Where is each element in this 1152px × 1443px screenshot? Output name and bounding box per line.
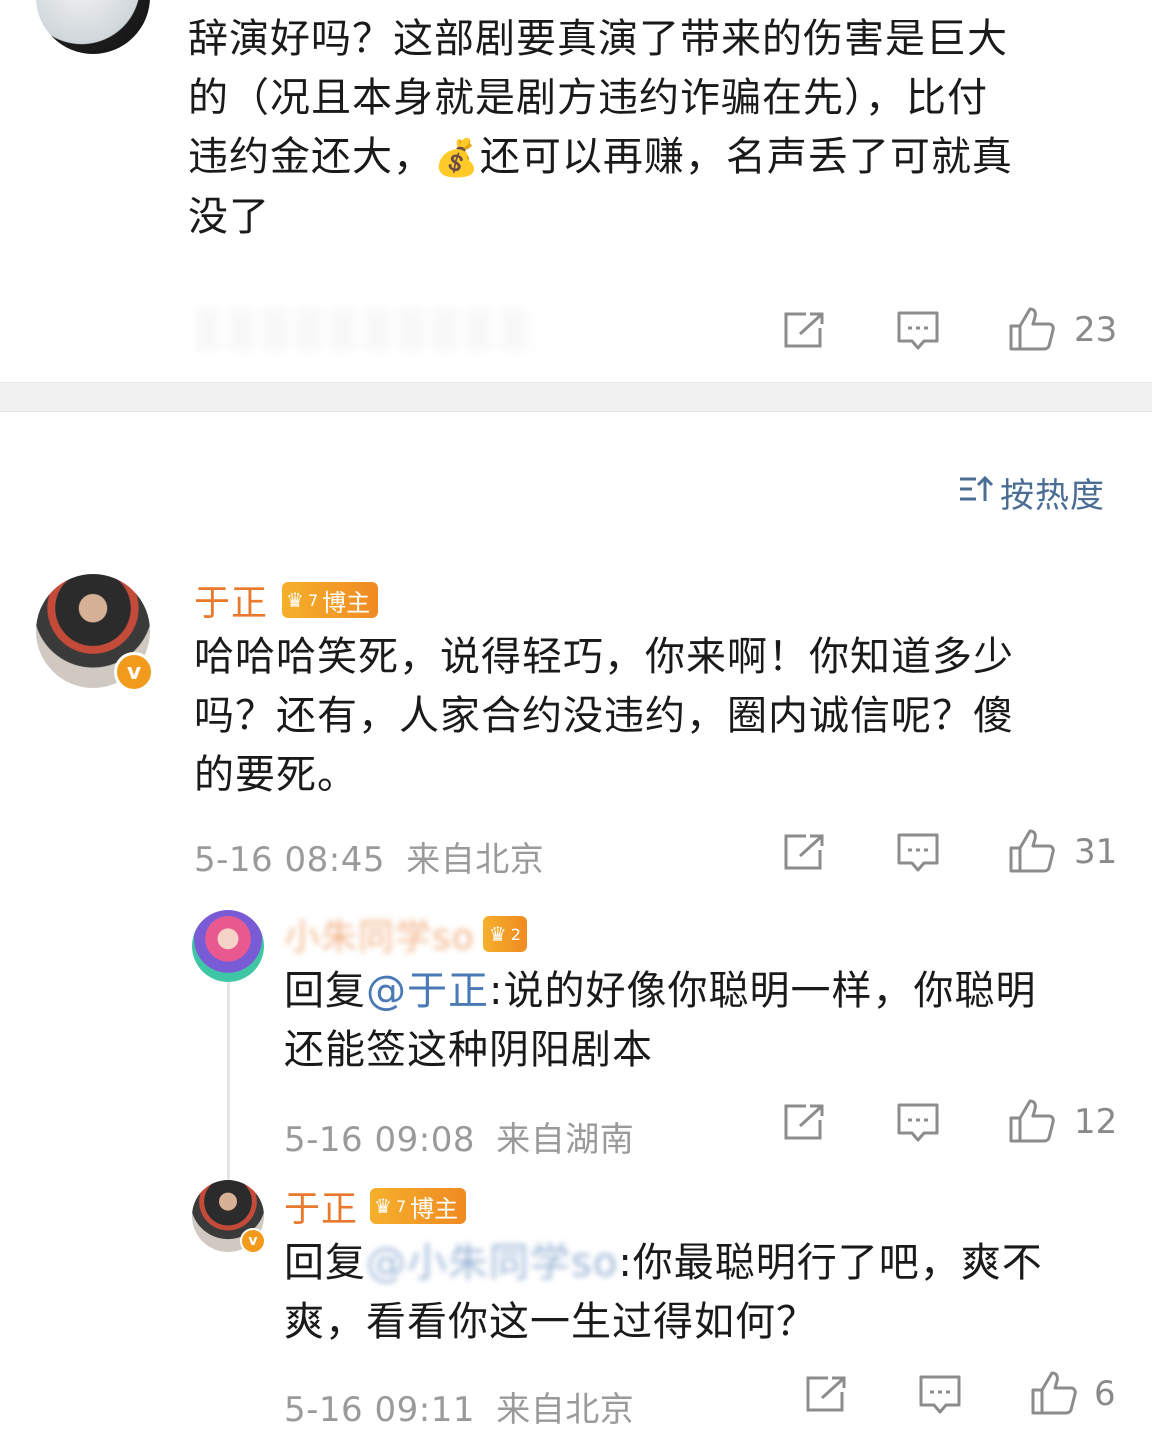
comment-line: 还可以再赚，名声丢了可就真	[479, 134, 1013, 180]
mention-link[interactable]: @于正	[366, 968, 489, 1014]
blogger-badge: ♛ 7 博主	[282, 582, 379, 618]
money-bag-emoji: 💰	[434, 138, 480, 179]
sort-label: 按热度	[1000, 476, 1105, 516]
comment-line: 违约金还大，	[188, 134, 434, 180]
thumbs-up-icon[interactable]	[1008, 1098, 1056, 1144]
section-divider	[0, 382, 1152, 412]
avatar[interactable]	[192, 910, 264, 982]
badge-level: 2	[510, 924, 521, 944]
thumbs-up-icon[interactable]	[1008, 828, 1056, 874]
like-count: 31	[1074, 832, 1118, 872]
comment-line: 的（况且本身就是剧方违约诈骗在先），比付	[188, 75, 988, 121]
comment-line: 辞演好吗？这部剧要真演了带来的伤害是巨大	[188, 16, 1008, 62]
comment-time: 5-16 08:45	[194, 840, 385, 880]
comment-text: 哈哈哈笑死，说得轻巧，你来啊！你知道多少 吗？还有，人家合约没违约，圈内诚信呢？…	[194, 628, 1114, 805]
verified-v-icon: v	[240, 1228, 266, 1254]
like-count: 23	[1074, 310, 1118, 350]
reply-line: 爽，看看你这一生过得如何？	[284, 1299, 817, 1345]
reply-text: 回复@于正:说的好像你聪明一样，你聪明 还能签这种阴阳剧本	[284, 962, 1124, 1080]
mention-link[interactable]: @小朱同学so	[366, 1240, 618, 1286]
share-icon[interactable]	[804, 1374, 848, 1414]
crown-badge-icon: ♛	[488, 922, 507, 946]
crown-badge-icon: ♛	[286, 588, 304, 612]
like-count: 12	[1074, 1102, 1118, 1142]
comment-time: 5-16 09:11	[284, 1390, 475, 1430]
reply-text: 回复@小朱同学so:你最聪明行了吧，爽不 爽，看看你这一生过得如何？	[284, 1234, 1124, 1352]
verified-v-icon: v	[114, 652, 154, 692]
comment-meta: 5-16 09:11 来自北京	[284, 1382, 634, 1431]
like-count: 6	[1094, 1374, 1116, 1414]
sort-icon	[958, 473, 994, 513]
thumbs-up-icon[interactable]	[1008, 306, 1056, 352]
comment-icon[interactable]	[896, 832, 940, 874]
sort-by-hot[interactable]: 按热度	[958, 468, 1105, 517]
comment-header: 于正 ♛ 7 博主	[284, 1180, 467, 1232]
reply-prefix: 回复	[284, 968, 366, 1014]
comment-header: 小朱同学so ♛ 2	[284, 908, 527, 960]
crown-badge-icon: ♛	[374, 1194, 392, 1218]
share-icon[interactable]	[782, 832, 826, 872]
comment-line: 吗？还有，人家合约没违约，圈内诚信呢？傻	[194, 693, 1014, 739]
reply-line: :说的好像你聪明一样，你聪明	[489, 968, 1037, 1014]
share-icon[interactable]	[782, 1102, 826, 1142]
comment-text: 辞演好吗？这部剧要真演了带来的伤害是巨大 的（况且本身就是剧方违约诈骗在先），比…	[188, 10, 1128, 247]
username[interactable]: 于正	[284, 1180, 358, 1232]
comment-location: 来自北京	[406, 840, 545, 880]
badge-label: 博主	[322, 588, 371, 617]
badge-level: 7	[395, 1196, 407, 1216]
avatar[interactable]	[36, 0, 150, 54]
thumbs-up-icon[interactable]	[1030, 1370, 1078, 1416]
comment-time: 5-16 09:08	[284, 1120, 475, 1160]
comment-line: 哈哈哈笑死，说得轻巧，你来啊！你知道多少	[194, 634, 1014, 680]
comment-icon[interactable]	[896, 310, 940, 352]
username[interactable]: 于正	[194, 574, 268, 626]
reply-thread-line	[227, 980, 230, 1180]
blogger-badge: ♛ 7 博主	[370, 1188, 467, 1224]
comment-header: 于正 ♛ 7 博主	[194, 574, 379, 626]
comment-meta: 5-16 09:08 来自湖南	[284, 1112, 634, 1161]
badge-label: 博主	[410, 1194, 459, 1223]
comment-location: 来自湖南	[496, 1120, 635, 1160]
reply-prefix: 回复	[284, 1240, 366, 1286]
share-icon[interactable]	[782, 310, 826, 350]
comment-icon[interactable]	[918, 1374, 962, 1416]
comment-location: 来自北京	[496, 1390, 635, 1430]
comment-meta-blurred	[196, 308, 536, 352]
comment-icon[interactable]	[896, 1102, 940, 1144]
comment-meta: 5-16 08:45 来自北京	[194, 832, 544, 881]
comment-line: 没了	[188, 194, 270, 240]
reply-line: :你最聪明行了吧，爽不	[618, 1240, 1043, 1286]
fan-badge: ♛ 2	[482, 916, 527, 952]
comment-line: 的要死。	[194, 752, 358, 798]
reply-line: 还能签这种阴阳剧本	[284, 1027, 653, 1073]
badge-level: 7	[307, 590, 319, 610]
username[interactable]: 小朱同学so	[284, 908, 475, 960]
